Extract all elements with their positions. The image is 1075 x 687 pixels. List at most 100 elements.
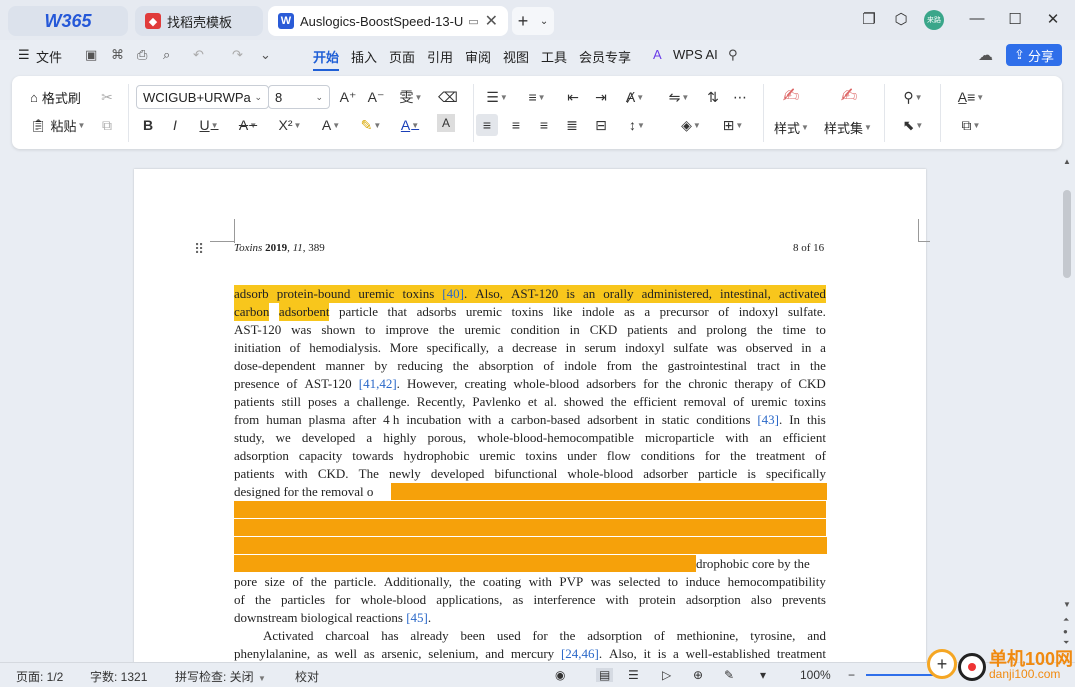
citation-link[interactable]: [43]	[757, 412, 779, 427]
cut-icon[interactable]: ✂	[96, 86, 118, 108]
menu-page[interactable]: 页面	[389, 47, 415, 66]
menu-file[interactable]: 文件	[36, 47, 62, 66]
line-wrap-icon[interactable]: ⇋ ▼	[664, 86, 694, 108]
font-size-select[interactable]: 8 ⌄	[268, 85, 330, 109]
eye-protection-icon[interactable]: ◉	[555, 668, 565, 682]
page-dot-icon[interactable]: ●	[1063, 627, 1068, 636]
decrease-indent-icon[interactable]: ⇤	[562, 86, 584, 108]
zoom-dropdown[interactable]: ▾	[760, 668, 766, 682]
text-effect-icon[interactable]: A ▼	[316, 114, 346, 136]
italic-icon[interactable]: I	[164, 114, 186, 136]
text-direction-icon[interactable]: Ⱥ ▼	[620, 86, 650, 108]
text-tools-icon[interactable]: A̲≡ ▼	[954, 86, 988, 108]
menu-view[interactable]: 视图	[503, 47, 529, 66]
print-preview-icon[interactable]: ⌕	[163, 47, 170, 63]
select-icon[interactable]: ⬉ ▼	[898, 114, 928, 136]
character-shading-icon[interactable]: A	[437, 114, 455, 132]
decrease-font-icon[interactable]: A⁻	[365, 86, 387, 108]
styles-button[interactable]: 样式 ▼	[774, 118, 809, 137]
proofread-button[interactable]: 校对	[295, 668, 319, 685]
window-restore-icon[interactable]: ❐	[859, 10, 879, 28]
align-right-icon[interactable]: ≡	[533, 114, 555, 136]
tab-template[interactable]: ◆ 找稻壳模板	[135, 6, 263, 36]
scroll-up-icon[interactable]: ▲	[1063, 157, 1071, 166]
maximize-icon[interactable]: ☐	[1005, 10, 1025, 28]
align-center-icon[interactable]: ≡	[505, 114, 527, 136]
plus-icon[interactable]: +	[518, 11, 529, 32]
justify-icon[interactable]: ≣	[561, 114, 583, 136]
find-icon[interactable]: ⚲ ▼	[898, 86, 928, 108]
increase-indent-icon[interactable]: ⇥	[590, 86, 612, 108]
chevron-down-icon[interactable]: ⌄	[540, 16, 548, 27]
search-icon[interactable]: ⚲	[728, 47, 738, 63]
redo-icon[interactable]: ↷	[232, 47, 243, 63]
copy-icon[interactable]: ⧉	[96, 114, 118, 136]
styles-icon[interactable]: ✍	[780, 84, 802, 107]
zoom-level[interactable]: 100%	[800, 668, 831, 682]
word-count[interactable]: 字数: 1321	[90, 668, 147, 685]
print-icon[interactable]: ⎙	[137, 47, 147, 63]
previous-page-icon[interactable]: ⏶	[1063, 615, 1069, 625]
spell-check-status[interactable]: 拼写检查: 关闭 ▼	[175, 668, 266, 685]
show-marks-icon[interactable]: ⋯	[729, 86, 751, 108]
underline-icon[interactable]: U ▼	[195, 114, 223, 136]
font-color-icon[interactable]: A ▼	[395, 114, 425, 136]
borders-icon[interactable]: ⊞ ▼	[718, 114, 748, 136]
read-mode-icon[interactable]: ▷	[662, 668, 671, 682]
close-tab-icon[interactable]: ✕	[485, 11, 498, 31]
avatar[interactable]: 来路	[924, 10, 944, 30]
citation-link[interactable]: [24,46]	[561, 646, 599, 661]
page-view-icon[interactable]: ▤	[596, 668, 614, 682]
align-left-icon[interactable]: ≡	[476, 114, 498, 136]
bullets-icon[interactable]: ☰ ▼	[482, 86, 512, 108]
clear-format-icon[interactable]: ⌫	[437, 86, 459, 108]
monitor-icon[interactable]: ▭	[468, 15, 478, 28]
distributed-icon[interactable]: ⊟	[590, 114, 612, 136]
wps-ai-icon[interactable]: A	[653, 47, 662, 62]
web-view-icon[interactable]: ⊕	[693, 668, 703, 682]
format-painter-button[interactable]: ⌂ 格式刷	[30, 88, 81, 107]
share-link-icon[interactable]: ⌘	[111, 47, 124, 63]
menu-reference[interactable]: 引用	[427, 47, 453, 66]
cloud-sync-icon[interactable]: ☁	[978, 46, 993, 64]
citation-link[interactable]: [41,42]	[359, 376, 397, 391]
style-set-icon[interactable]: ✍	[838, 84, 860, 107]
numbering-icon[interactable]: ≡ ▼	[522, 86, 552, 108]
citation-link[interactable]: [40]	[442, 286, 464, 301]
line-spacing-icon[interactable]: ↕ ▼	[622, 114, 652, 136]
hamburger-icon[interactable]: ☰	[18, 47, 30, 63]
write-mode-icon[interactable]: ✎	[724, 668, 734, 682]
drag-handle-icon[interactable]: ⠿	[194, 241, 204, 258]
zoom-out-icon[interactable]: −	[848, 668, 855, 682]
page-indicator[interactable]: 页面: 1/2	[16, 668, 63, 685]
menu-tools[interactable]: 工具	[541, 47, 567, 66]
paste-button[interactable]: 📋︎ 粘贴 ▼	[30, 116, 85, 135]
increase-font-icon[interactable]: A⁺	[337, 86, 359, 108]
menu-member[interactable]: 会员专享	[579, 47, 631, 66]
font-name-select[interactable]: WCIGUB+URWPa ⌄	[136, 85, 269, 109]
quick-access-more-icon[interactable]: ⌄	[260, 47, 271, 63]
style-set-button[interactable]: 样式集 ▼	[824, 118, 872, 137]
outline-view-icon[interactable]: ☰	[628, 668, 639, 682]
wps365-home-tab[interactable]: W365	[8, 6, 128, 36]
shapes-icon[interactable]: ⧉ ▼	[954, 114, 988, 136]
superscript-icon[interactable]: X² ▼	[276, 114, 304, 136]
citation-link[interactable]: [45]	[406, 610, 428, 625]
minimize-icon[interactable]: —	[967, 10, 987, 27]
scrollbar-thumb[interactable]	[1063, 190, 1071, 278]
strikethrough-icon[interactable]: A ▼	[234, 114, 262, 136]
shading-icon[interactable]: ◈ ▼	[676, 114, 706, 136]
sort-icon[interactable]: ⇅	[702, 86, 724, 108]
phonetic-guide-icon[interactable]: 雯 ▼	[396, 86, 426, 108]
scroll-down-icon[interactable]: ▼	[1063, 600, 1071, 609]
highlight-icon[interactable]: ✎ ▼	[356, 114, 386, 136]
bold-icon[interactable]: B	[137, 114, 159, 136]
menu-wps-ai[interactable]: WPS AI	[673, 47, 718, 62]
tab-document[interactable]: W Auslogics-BoostSpeed-13-U ▭ ✕	[268, 6, 508, 36]
menu-review[interactable]: 审阅	[465, 47, 491, 66]
new-tab-button[interactable]: + ⌄	[512, 7, 554, 35]
menu-start[interactable]: 开始	[313, 47, 340, 71]
cube-icon[interactable]: ⬡	[891, 10, 911, 28]
save-icon[interactable]: ▣	[85, 47, 97, 63]
undo-icon[interactable]: ↶	[193, 47, 204, 63]
